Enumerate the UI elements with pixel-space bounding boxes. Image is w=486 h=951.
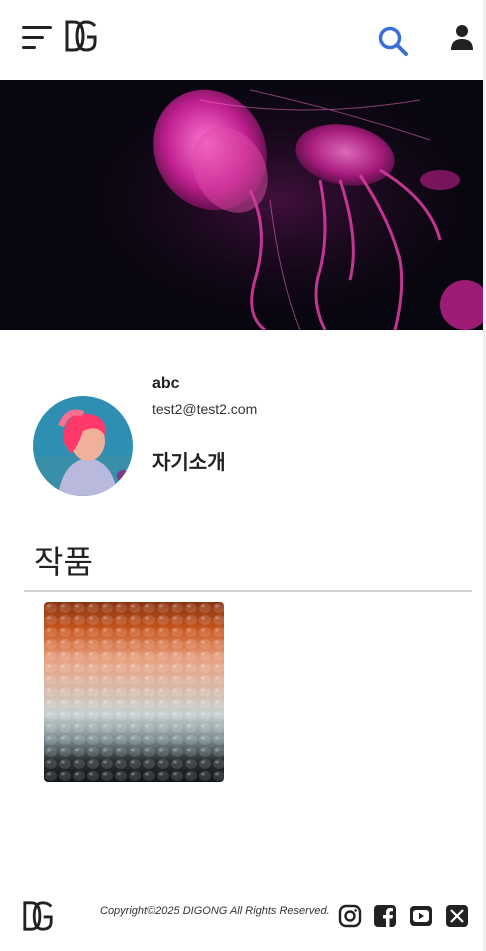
user-icon[interactable] <box>450 24 474 50</box>
search-icon[interactable] <box>377 25 409 57</box>
hamburger-menu-icon[interactable] <box>22 26 54 50</box>
instagram-icon[interactable] <box>338 904 362 928</box>
copyright-text: Copyright©2025 DIGONG All Rights Reserve… <box>100 905 330 917</box>
footer-logo-icon[interactable] <box>22 900 54 932</box>
works-section-title: 작품 <box>34 544 93 580</box>
profile-email: test2@test2.com <box>152 401 258 417</box>
profile-name: abc <box>152 375 180 392</box>
header <box>0 0 483 80</box>
divider <box>24 590 472 592</box>
facebook-icon[interactable] <box>373 904 397 928</box>
banner-image <box>0 80 483 330</box>
x-icon[interactable] <box>445 904 469 928</box>
profile-bio-label: 자기소개 <box>152 452 226 474</box>
work-thumbnail[interactable] <box>44 602 224 782</box>
youtube-icon[interactable] <box>409 904 433 928</box>
logo-icon[interactable] <box>64 20 98 52</box>
avatar <box>33 396 133 496</box>
